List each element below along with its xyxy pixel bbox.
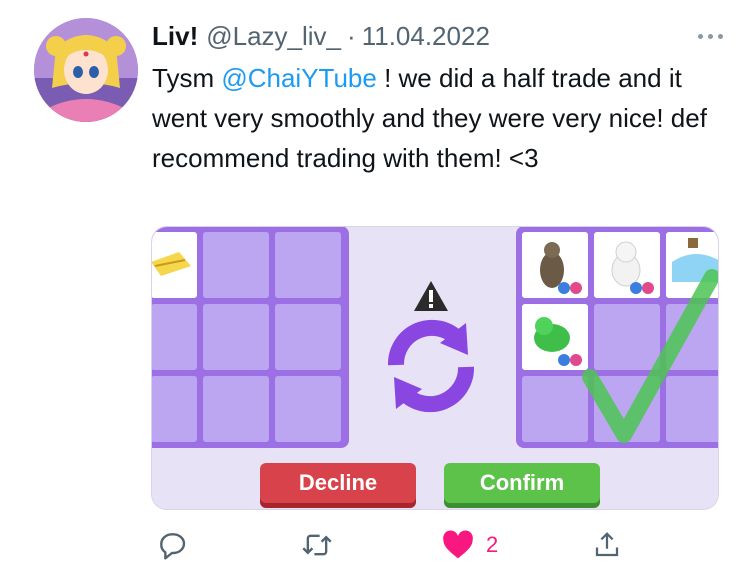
tweet-actions: 2 [150,528,640,562]
trade-slot [152,304,197,370]
tweet-header: Liv! @Lazy_liv_ · 11.04.2022 [152,18,730,54]
avatar[interactable] [34,18,138,122]
like-count: 2 [486,532,499,557]
tweet[interactable]: Liv! @Lazy_liv_ · 11.04.2022 Tysm @ChaiY… [0,0,750,585]
tweet-text: Tysm @ChaiYTube ! we did a half trade an… [152,58,712,178]
trade-slot [203,304,269,370]
checkmark-icon [582,269,718,443]
share-button[interactable] [592,528,622,562]
retweet-icon [302,534,332,556]
reply-button[interactable] [156,528,188,562]
tweet-image[interactable]: Decline Confirm [151,226,719,510]
more-icon[interactable] [690,26,730,46]
display-name[interactable]: Liv! [152,21,198,52]
like-button[interactable]: 2 [442,528,498,562]
confirm-button: Confirm [444,463,600,503]
reply-icon [160,533,186,560]
decline-button: Decline [260,463,416,503]
trade-slot [203,376,269,442]
separator: · [347,20,356,51]
tweet-date[interactable]: 11.04.2022 [362,21,490,52]
heart-icon [443,530,473,559]
trade-slot-item [152,232,197,298]
trade-slot [275,232,341,298]
swap-icon [388,281,474,413]
offer-panel-left [152,227,349,448]
trade-slot [275,376,341,442]
share-icon [595,532,619,557]
trade-slot [152,376,197,442]
tweet-text-start: Tysm [152,63,222,93]
mention-link[interactable]: @ChaiYTube [221,63,377,93]
trade-slot [203,232,269,298]
retweet-button[interactable] [300,528,334,562]
warning-icon [414,281,448,311]
trade-slot [275,304,341,370]
user-handle[interactable]: @Lazy_liv_ [206,21,341,52]
